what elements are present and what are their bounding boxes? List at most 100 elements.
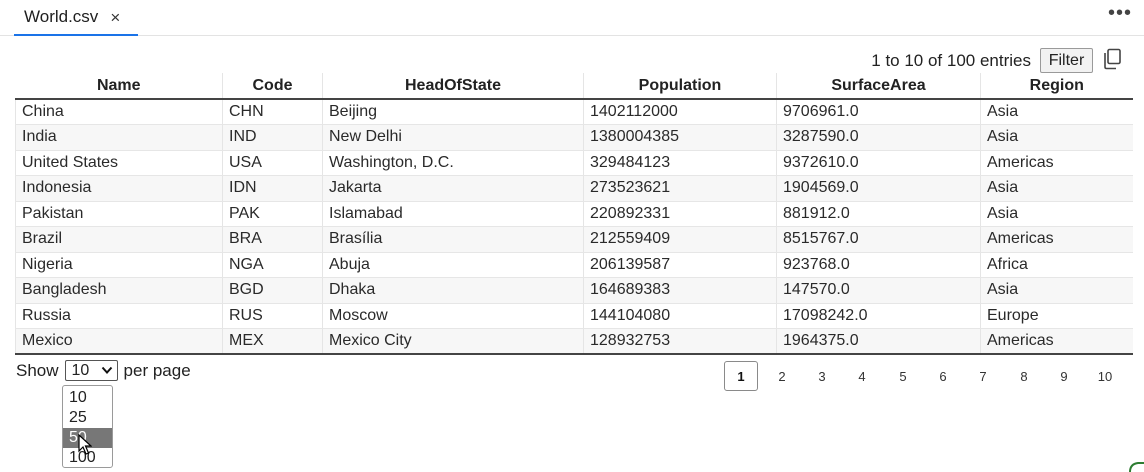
filter-button[interactable]: Filter bbox=[1040, 48, 1093, 73]
page-3[interactable]: 3 bbox=[805, 361, 839, 391]
status-indicator bbox=[1129, 462, 1144, 472]
column-header-region[interactable]: Region bbox=[980, 73, 1133, 100]
table-cell: Indonesia bbox=[15, 175, 223, 202]
table-cell: IND bbox=[222, 124, 323, 151]
table-cell: Americas bbox=[980, 328, 1133, 355]
table-row[interactable]: Bangladesh BGD Dhaka 164689383 147570.0 Asia bbox=[15, 277, 1133, 304]
table-cell: Islamabad bbox=[322, 201, 584, 227]
table-cell: 3287590.0 bbox=[776, 124, 981, 151]
table-cell: Bangladesh bbox=[15, 277, 223, 304]
table-cell: Brazil bbox=[15, 226, 223, 253]
table-row[interactable]: Brazil BRA Brasília 212559409 8515767.0 Ameri… bbox=[15, 226, 1133, 253]
table-cell: Mexico City bbox=[322, 328, 584, 355]
table-cell: Moscow bbox=[322, 303, 584, 329]
table-cell: IDN bbox=[222, 175, 323, 202]
table-cell: 212559409 bbox=[583, 226, 777, 253]
table-row[interactable]: United States USA Washington, D.C. 32948412… bbox=[15, 150, 1133, 176]
table-cell: NGA bbox=[222, 252, 323, 278]
table-cell: Europe bbox=[980, 303, 1133, 329]
table-body: China CHN Beijing 1402112000 9706961.0 Asia In… bbox=[15, 99, 1133, 355]
table-cell: Americas bbox=[980, 226, 1133, 253]
tab-title: World.csv bbox=[24, 7, 99, 26]
table-header-row: Name Code HeadOfState Population SurfaceArea… bbox=[15, 73, 1133, 100]
table-cell: Asia bbox=[980, 99, 1133, 125]
page-8[interactable]: 8 bbox=[1007, 361, 1041, 391]
page-size-option[interactable]: 25 bbox=[63, 408, 112, 428]
column-header-code[interactable]: Code bbox=[222, 73, 323, 100]
page-4[interactable]: 4 bbox=[845, 361, 879, 391]
page-9[interactable]: 9 bbox=[1047, 361, 1081, 391]
table-row[interactable]: Nigeria NGA Abuja 206139587 923768.0 Africa bbox=[15, 252, 1133, 278]
table-cell: 128932753 bbox=[583, 328, 777, 355]
page-7[interactable]: 7 bbox=[966, 361, 1000, 391]
page-6[interactable]: 6 bbox=[926, 361, 960, 391]
tab-world-csv[interactable]: World.csv × bbox=[14, 0, 138, 36]
table-cell: CHN bbox=[222, 99, 323, 125]
table-cell: 923768.0 bbox=[776, 252, 981, 278]
close-icon[interactable]: × bbox=[110, 9, 120, 26]
column-header-surfacearea[interactable]: SurfaceArea bbox=[776, 73, 981, 100]
table-cell: 144104080 bbox=[583, 303, 777, 329]
mouse-pointer-icon bbox=[78, 434, 92, 455]
table-cell: Jakarta bbox=[322, 175, 584, 202]
page-5[interactable]: 5 bbox=[886, 361, 920, 391]
table-row[interactable]: Pakistan PAK Islamabad 220892331 881912.0 Asi… bbox=[15, 201, 1133, 227]
table-cell: Asia bbox=[980, 175, 1133, 202]
more-options-icon[interactable]: ••• bbox=[1108, 2, 1132, 25]
copy-icon[interactable] bbox=[1102, 48, 1122, 70]
chevron-down-icon bbox=[101, 366, 112, 374]
page-size-control: Show 10 per page bbox=[16, 360, 191, 381]
table-row[interactable]: Indonesia IDN Jakarta 273523621 1904569.0 Asi… bbox=[15, 175, 1133, 202]
tab-bar: World.csv × ••• bbox=[0, 0, 1144, 36]
page-size-option[interactable]: 10 bbox=[63, 388, 112, 408]
table-cell: Abuja bbox=[322, 252, 584, 278]
table-cell: 1402112000 bbox=[583, 99, 777, 125]
table-cell: 147570.0 bbox=[776, 277, 981, 304]
table-cell: Americas bbox=[980, 150, 1133, 176]
table-cell: 881912.0 bbox=[776, 201, 981, 227]
show-label: Show bbox=[16, 360, 59, 380]
table-cell: 1904569.0 bbox=[776, 175, 981, 202]
table-row[interactable]: Mexico MEX Mexico City 128932753 1964375.0 Am… bbox=[15, 328, 1133, 355]
table-row[interactable]: Russia RUS Moscow 144104080 17098242.0 Europe bbox=[15, 303, 1133, 329]
table-cell: 164689383 bbox=[583, 277, 777, 304]
table-cell: BRA bbox=[222, 226, 323, 253]
table-cell: USA bbox=[222, 150, 323, 176]
per-page-label: per page bbox=[123, 360, 191, 380]
table-cell: United States bbox=[15, 150, 223, 176]
table-cell: India bbox=[15, 124, 223, 151]
table-cell: 273523621 bbox=[583, 175, 777, 202]
table-row[interactable]: India IND New Delhi 1380004385 3287590.0 Asia bbox=[15, 124, 1133, 151]
table-cell: Pakistan bbox=[15, 201, 223, 227]
table-cell: 17098242.0 bbox=[776, 303, 981, 329]
page-size-select[interactable]: 10 bbox=[64, 360, 118, 381]
page-1[interactable]: 1 bbox=[724, 361, 758, 391]
page-2[interactable]: 2 bbox=[765, 361, 799, 391]
table-cell: Africa bbox=[980, 252, 1133, 278]
column-header-headofstate[interactable]: HeadOfState bbox=[322, 73, 584, 100]
table-cell: 8515767.0 bbox=[776, 226, 981, 253]
table-cell: Russia bbox=[15, 303, 223, 329]
table-cell: 9706961.0 bbox=[776, 99, 981, 125]
table-cell: MEX bbox=[222, 328, 323, 355]
table-cell: New Delhi bbox=[322, 124, 584, 151]
table-cell: Asia bbox=[980, 124, 1133, 151]
table-cell: BGD bbox=[222, 277, 323, 304]
table-cell: Asia bbox=[980, 277, 1133, 304]
table-cell: 206139587 bbox=[583, 252, 777, 278]
table-cell: Brasília bbox=[322, 226, 584, 253]
page-10[interactable]: 10 bbox=[1088, 361, 1122, 391]
page-size-value: 10 bbox=[71, 361, 90, 379]
table-cell: Asia bbox=[980, 201, 1133, 227]
table-cell: 220892331 bbox=[583, 201, 777, 227]
table-cell: Nigeria bbox=[15, 252, 223, 278]
table-cell: 9372610.0 bbox=[776, 150, 981, 176]
table-cell: Beijing bbox=[322, 99, 584, 125]
table-row[interactable]: China CHN Beijing 1402112000 9706961.0 Asia bbox=[15, 99, 1133, 125]
table-cell: Washington, D.C. bbox=[322, 150, 584, 176]
column-header-name[interactable]: Name bbox=[15, 73, 223, 100]
table-cell: 1380004385 bbox=[583, 124, 777, 151]
column-header-population[interactable]: Population bbox=[583, 73, 777, 100]
table-cell: 329484123 bbox=[583, 150, 777, 176]
table-cell: 1964375.0 bbox=[776, 328, 981, 355]
